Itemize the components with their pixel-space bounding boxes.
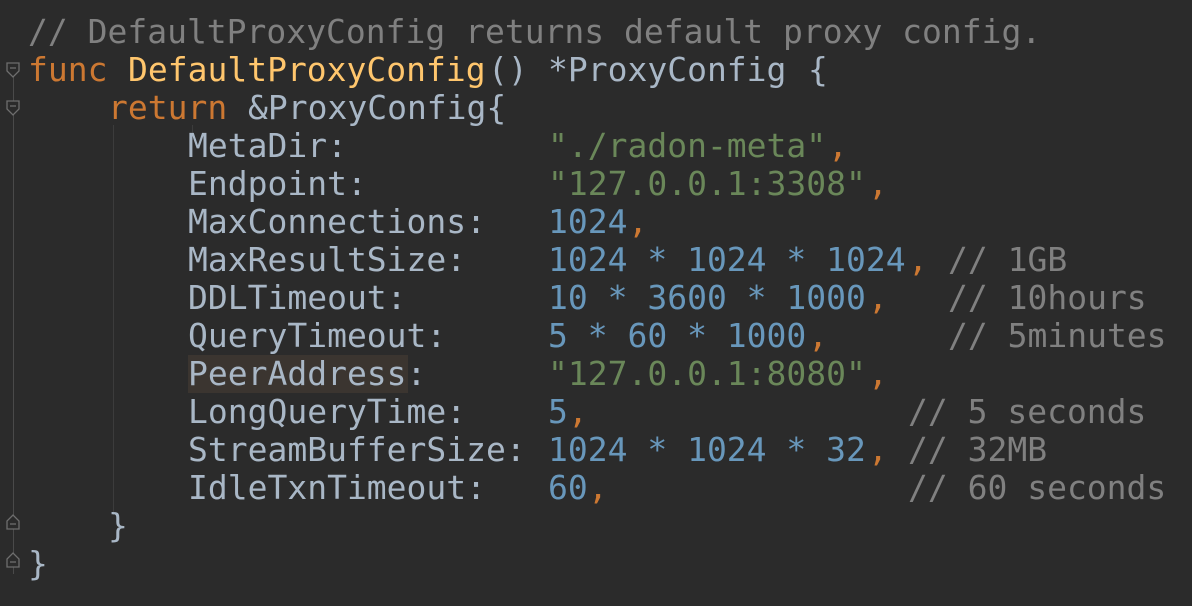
code-line[interactable]: // DefaultProxyConfig returns default pr…	[0, 13, 1041, 51]
return-type: *ProxyConfig	[548, 50, 787, 89]
field-comma: ,	[628, 202, 648, 241]
field-name: LongQueryTime:	[188, 392, 467, 431]
func-parens: ()	[488, 50, 528, 89]
struct-field-line[interactable]: MaxConnections: 1024 ,	[0, 203, 648, 241]
struct-field-line[interactable]: PeerAddress: "127.0.0.1:8080" ,	[0, 355, 888, 393]
struct-literal: &ProxyConfig{	[248, 88, 507, 127]
field-name: MaxConnections:	[188, 202, 487, 241]
code-line[interactable]: func DefaultProxyConfig () *ProxyConfig …	[0, 51, 828, 89]
field-value: "./radon-meta"	[548, 126, 827, 165]
field-comma: ,	[828, 126, 848, 165]
code-line[interactable]: }	[0, 507, 128, 545]
field-value: 60	[548, 468, 588, 507]
struct-field-line[interactable]: Endpoint: "127.0.0.1:3308" ,	[0, 165, 888, 203]
inner-close-brace: }	[108, 506, 128, 545]
field-value: 1024 * 1024 * 1024	[548, 240, 906, 279]
inline-comment: // 5 seconds	[908, 392, 1147, 431]
field-name: QueryTimeout:	[188, 316, 447, 355]
code-line[interactable]: }	[0, 545, 79, 583]
field-value: "127.0.0.1:3308"	[548, 164, 866, 203]
inline-comment: // 60 seconds	[908, 468, 1167, 507]
func-keyword: func	[28, 50, 108, 89]
field-comma: ,	[908, 240, 928, 279]
field-name-highlighted: PeerAddress:	[188, 354, 427, 393]
struct-field-line[interactable]: IdleTxnTimeout: 60 , // 60 seconds	[0, 469, 1166, 507]
field-name: DDLTimeout:	[188, 278, 407, 317]
field-value: 1024	[548, 202, 628, 241]
field-comma: ,	[568, 392, 588, 431]
field-value: 5 * 60 * 1000	[548, 316, 807, 355]
inline-comment: // 10hours	[948, 278, 1147, 317]
field-comma: ,	[808, 316, 828, 355]
field-value: 5	[548, 392, 568, 431]
field-comma: ,	[868, 354, 888, 393]
function-name: DefaultProxyConfig	[128, 50, 486, 89]
field-value: "127.0.0.1:8080"	[548, 354, 866, 393]
code-line[interactable]: return &ProxyConfig{	[0, 89, 506, 127]
inline-comment: // 32MB	[908, 430, 1048, 469]
field-name: MetaDir:	[188, 126, 347, 165]
inline-comment: // 1GB	[948, 240, 1068, 279]
struct-field-line[interactable]: DDLTimeout: 10 * 3600 * 1000 , // 10hour…	[0, 279, 1147, 317]
doc-comment: // DefaultProxyConfig returns default pr…	[28, 12, 1042, 51]
struct-field-line[interactable]: MetaDir: "./radon-meta" ,	[0, 127, 848, 165]
field-name: MaxResultSize:	[188, 240, 467, 279]
field-comma: ,	[588, 468, 608, 507]
code-editor[interactable]: // DefaultProxyConfig returns default pr…	[0, 0, 1192, 606]
field-name: Endpoint:	[188, 164, 367, 203]
struct-field-line[interactable]: MaxResultSize: 1024 * 1024 * 1024 , // 1…	[0, 241, 1067, 279]
field-value: 1024 * 1024 * 32	[548, 430, 866, 469]
field-name: IdleTxnTimeout:	[188, 468, 487, 507]
open-brace: {	[808, 50, 828, 89]
outer-close-brace: }	[28, 544, 48, 583]
field-name: StreamBufferSize:	[188, 430, 526, 469]
field-comma: ,	[868, 430, 888, 469]
struct-field-line[interactable]: StreamBufferSize: 1024 * 1024 * 32 , // …	[0, 431, 1047, 469]
field-comma: ,	[868, 278, 888, 317]
field-comma: ,	[868, 164, 888, 203]
struct-field-line[interactable]: LongQueryTime: 5 , // 5 seconds	[0, 393, 1146, 431]
return-keyword: return	[108, 88, 228, 127]
struct-field-line[interactable]: QueryTimeout: 5 * 60 * 1000 , // 5minute…	[0, 317, 1167, 355]
field-value: 10 * 3600 * 1000	[548, 278, 866, 317]
inline-comment: // 5minutes	[948, 316, 1167, 355]
indent-guide	[113, 125, 114, 515]
